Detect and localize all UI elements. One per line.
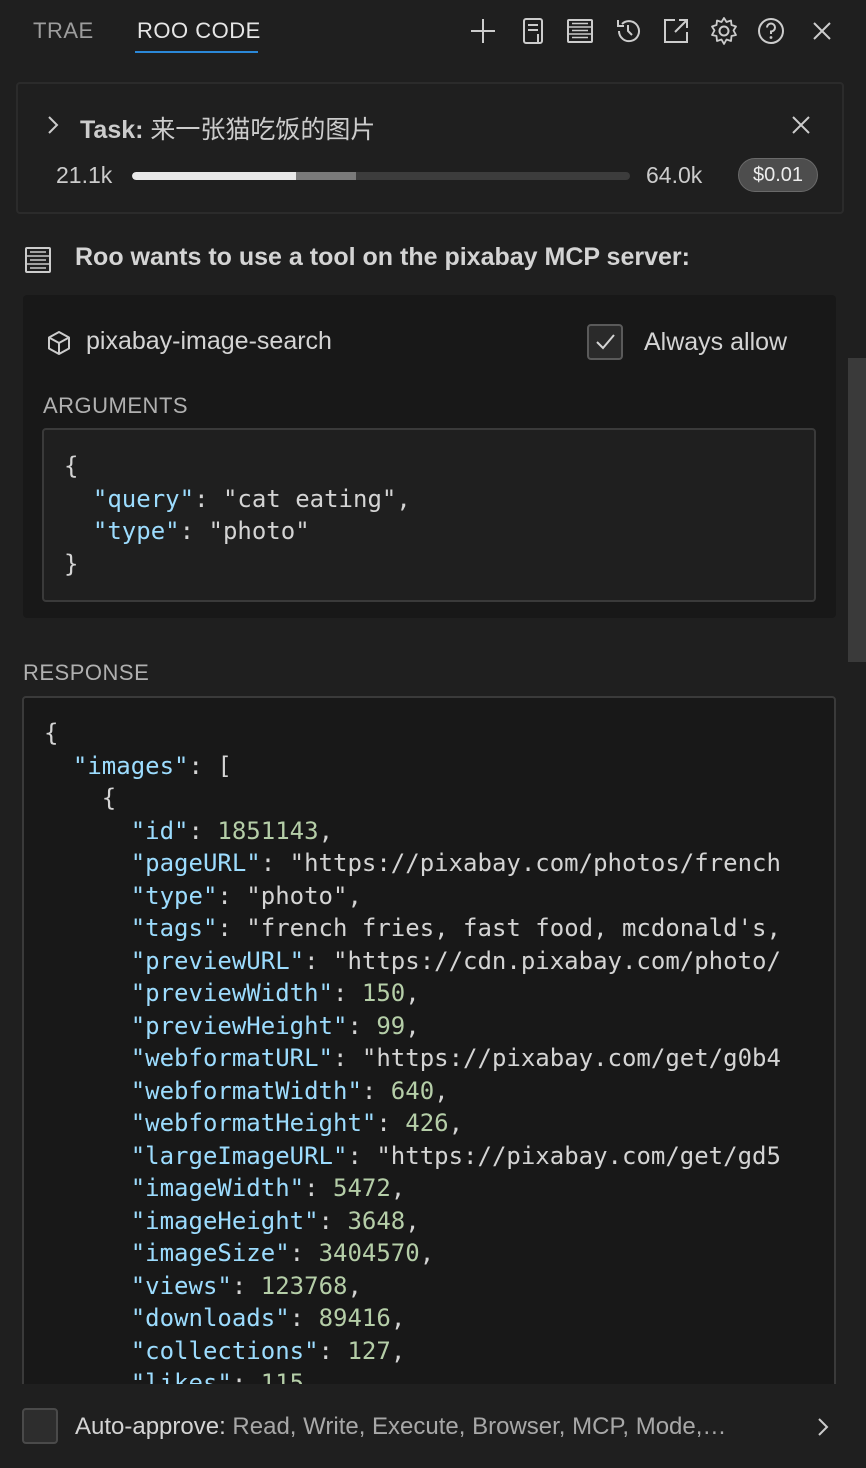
auto-approve-bar: Auto-approve: Read, Write, Execute, Brow… bbox=[0, 1384, 866, 1468]
tool-request-header: Roo wants to use a tool on the pixabay M… bbox=[75, 243, 690, 271]
notebook-icon[interactable] bbox=[514, 12, 552, 50]
response-label: RESPONSE bbox=[23, 660, 150, 685]
gear-icon[interactable] bbox=[705, 12, 743, 50]
top-tab-bar: TRAE ROO CODE bbox=[0, 0, 866, 62]
context-progress-bar bbox=[132, 172, 630, 180]
context-total: 64.0k bbox=[646, 162, 703, 188]
chevron-right-icon[interactable] bbox=[812, 1412, 834, 1442]
always-allow-checkbox[interactable] bbox=[587, 324, 623, 360]
tab-roo-code[interactable]: ROO CODE bbox=[137, 18, 261, 44]
context-used-fill bbox=[132, 172, 297, 180]
cost-badge: $0.01 bbox=[738, 158, 819, 192]
server-icon[interactable] bbox=[561, 12, 599, 50]
arguments-label: ARGUMENTS bbox=[43, 393, 189, 418]
history-icon[interactable] bbox=[609, 12, 647, 50]
chevron-right-icon[interactable] bbox=[42, 110, 64, 140]
cube-icon bbox=[48, 331, 70, 355]
close-icon[interactable] bbox=[803, 12, 841, 50]
task-title[interactable]: Task: 来一张猫吃饭的图片 bbox=[80, 110, 375, 146]
active-tab-indicator bbox=[135, 51, 258, 53]
response-code: { "images": [ { "id": 1851143, "pageURL"… bbox=[44, 719, 781, 1397]
context-used: 21.1k bbox=[56, 162, 113, 188]
help-icon[interactable] bbox=[752, 12, 790, 50]
roo-code-panel: TRAE ROO CODE Task: 来一张猫吃饭的图片 21.1k 64.0… bbox=[0, 0, 866, 1468]
plus-icon[interactable] bbox=[464, 12, 502, 50]
always-allow-label[interactable]: Always allow bbox=[644, 328, 787, 357]
auto-approve-checkbox[interactable] bbox=[22, 1408, 58, 1444]
tool-name: pixabay-image-search bbox=[86, 327, 332, 355]
arguments-code: { "query": "cat eating", "type": "photo"… bbox=[64, 452, 411, 578]
tool-card: pixabay-image-search Always allow ARGUME… bbox=[23, 295, 836, 618]
auto-approve-items: Read, Write, Execute, Browser, MCP, Mode… bbox=[225, 1413, 727, 1440]
auto-approve-label: Auto-approve: bbox=[75, 1413, 226, 1440]
tab-trae[interactable]: TRAE bbox=[33, 18, 94, 44]
checkmark-icon bbox=[596, 334, 615, 350]
context-reserved-fill bbox=[296, 172, 357, 180]
task-prefix: Task: bbox=[80, 116, 144, 144]
arguments-code-block: { "query": "cat eating", "type": "photo"… bbox=[42, 428, 816, 602]
server-icon bbox=[25, 247, 51, 273]
task-card: Task: 来一张猫吃饭的图片 21.1k 64.0k $0.01 bbox=[16, 82, 844, 214]
popout-icon[interactable] bbox=[657, 12, 695, 50]
auto-approve-summary[interactable]: Auto-approve: Read, Write, Execute, Brow… bbox=[75, 1413, 726, 1441]
scrollbar-thumb[interactable] bbox=[848, 358, 866, 662]
task-text: 来一张猫吃饭的图片 bbox=[143, 116, 376, 144]
close-task-icon[interactable] bbox=[786, 110, 816, 140]
response-code-block: { "images": [ { "id": 1851143, "pageURL"… bbox=[22, 696, 836, 1416]
